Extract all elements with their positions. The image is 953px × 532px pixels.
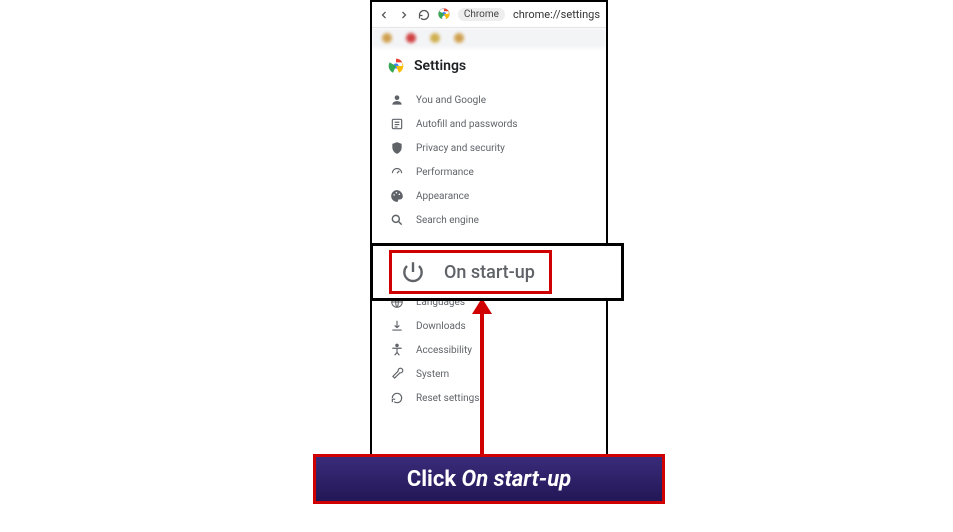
arrow-line — [480, 310, 484, 456]
bookmark-item[interactable] — [454, 33, 464, 43]
url-chip: Chrome — [458, 8, 505, 21]
accessibility-icon — [390, 343, 404, 357]
bookmarks-bar — [372, 28, 606, 48]
chrome-favicon-icon — [438, 8, 450, 22]
reset-icon — [390, 391, 404, 405]
shield-icon — [390, 141, 404, 155]
browser-toolbar: Chrome chrome://settings — [372, 2, 606, 28]
caption-prefix: Click — [407, 467, 462, 492]
download-icon — [390, 319, 404, 333]
sidebar-item-label: Performance — [416, 167, 474, 178]
sidebar-item-downloads[interactable]: Downloads — [388, 314, 598, 338]
url-text: chrome://settings — [513, 8, 600, 21]
speedometer-icon — [390, 165, 404, 179]
annotation-arrow — [476, 298, 488, 456]
instruction-caption: Click On start-up — [313, 454, 665, 504]
sidebar-item-on-startup[interactable]: On start-up — [389, 250, 552, 294]
sidebar-item-label: Accessibility — [416, 345, 472, 356]
sidebar-item-label: You and Google — [416, 95, 486, 106]
reload-icon[interactable] — [418, 8, 430, 22]
sidebar-item-label: System — [416, 369, 449, 380]
caption-text: Click On start-up — [407, 467, 571, 492]
sidebar-item-label: Search engine — [416, 215, 479, 226]
palette-icon — [390, 189, 404, 203]
sidebar-item-label: Downloads — [416, 321, 466, 332]
forward-icon[interactable] — [398, 8, 410, 22]
highlight-on-startup: On start-up — [370, 243, 624, 301]
sidebar-item-performance[interactable]: Performance — [388, 160, 598, 184]
power-icon — [400, 259, 426, 285]
sidebar-item-label: Reset settings — [416, 393, 479, 404]
sidebar-item-system[interactable]: System — [388, 362, 598, 386]
settings-title: Settings — [414, 58, 466, 74]
wrench-icon — [390, 367, 404, 381]
search-icon — [390, 213, 404, 227]
sidebar-item-search-engine[interactable]: Search engine — [388, 208, 598, 232]
sidebar-item-label: Autofill and passwords — [416, 119, 518, 130]
chrome-logo-icon — [388, 58, 404, 74]
bookmark-item[interactable] — [430, 33, 440, 43]
sidebar-item-label: Appearance — [416, 191, 469, 202]
sidebar-item-accessibility[interactable]: Accessibility — [388, 338, 598, 362]
bookmark-item[interactable] — [382, 33, 392, 43]
settings-header: Settings — [388, 58, 598, 74]
caption-emphasis: On start-up — [462, 467, 572, 492]
person-icon — [390, 93, 404, 107]
sidebar-item-label: Privacy and security — [416, 143, 505, 154]
sidebar-item-you-and-google[interactable]: You and Google — [388, 88, 598, 112]
back-icon[interactable] — [378, 8, 390, 22]
highlight-label: On start-up — [444, 262, 535, 283]
bookmark-item[interactable] — [406, 33, 416, 43]
sidebar-item-reset[interactable]: Reset settings — [388, 386, 598, 410]
sidebar-item-autofill[interactable]: Autofill and passwords — [388, 112, 598, 136]
sidebar-item-appearance[interactable]: Appearance — [388, 184, 598, 208]
settings-sidebar: Settings You and Google Autofill and pas… — [372, 48, 606, 410]
sidebar-item-privacy[interactable]: Privacy and security — [388, 136, 598, 160]
autofill-icon — [390, 117, 404, 131]
